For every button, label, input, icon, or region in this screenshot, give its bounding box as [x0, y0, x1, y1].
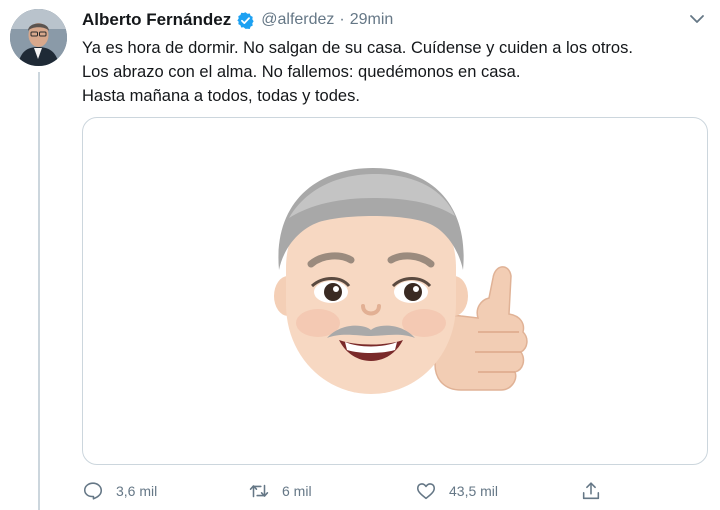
avatar[interactable]: [10, 9, 67, 66]
chevron-down-icon[interactable]: [688, 10, 706, 28]
reply-icon: [83, 482, 103, 500]
separator-dot: ·: [339, 11, 345, 28]
author-handle[interactable]: @alferdez: [261, 11, 334, 29]
share-icon: [582, 482, 600, 500]
reply-button[interactable]: 3,6 mil: [82, 478, 157, 504]
thread-line: [38, 72, 40, 510]
tweet-text-line: Ya es hora de dormir. No salgan de su ca…: [82, 39, 633, 57]
memoji-thumbs-up-icon: [274, 168, 528, 394]
tweet-text-line: Los abrazo con el alma. No fallemos: que…: [82, 63, 521, 81]
tweet-timestamp[interactable]: 29min: [350, 11, 394, 29]
tweet-header: Alberto Fernández @alferdez · 29min: [82, 8, 393, 32]
retweet-count: 6 mil: [282, 483, 312, 499]
like-count: 43,5 mil: [449, 483, 499, 499]
tweet-text-line: Hasta mañana a todos, todas y todes.: [82, 87, 360, 105]
retweet-button[interactable]: 6 mil: [248, 478, 312, 504]
verified-badge-icon: [236, 11, 255, 30]
reply-count: 3,6 mil: [116, 483, 158, 499]
tweet-actions: 3,6 mil 6 mil 43,5 mil: [82, 476, 708, 506]
tweet-text: Ya es hora de dormir. No salgan de su ca…: [82, 36, 702, 108]
tweet-media[interactable]: [82, 117, 708, 465]
author-name[interactable]: Alberto Fernández: [82, 10, 231, 30]
heart-icon: [416, 483, 436, 500]
like-button[interactable]: 43,5 mil: [415, 478, 498, 504]
retweet-icon: [249, 484, 269, 498]
share-button[interactable]: [580, 478, 602, 504]
